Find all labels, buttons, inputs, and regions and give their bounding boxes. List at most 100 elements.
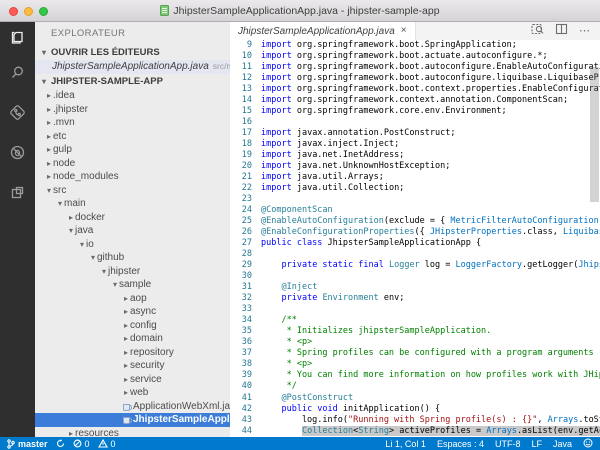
code-line-14[interactable]: 14import org.springframework.context.ann… xyxy=(230,95,600,106)
warnings-count: 0 xyxy=(111,439,116,449)
chevron-collapsed-icon: ▸ xyxy=(45,159,53,168)
tree-item-resources[interactable]: ▸resources xyxy=(35,427,230,438)
code-line-39[interactable]: 39 * You can find more information on ho… xyxy=(230,370,600,381)
code-line-37[interactable]: 37 * Spring profiles can be configured w… xyxy=(230,348,600,359)
tree-item-service[interactable]: ▸service xyxy=(35,373,230,387)
code-line-15[interactable]: 15import org.springframework.core.env.En… xyxy=(230,106,600,117)
tree-item-repository[interactable]: ▸repository xyxy=(35,346,230,360)
open-editors-header[interactable]: ▾ OUVRIR LES ÉDITEURS xyxy=(35,45,230,60)
tab-jhipstersampleapplicationapp[interactable]: JhipsterSampleApplicationApp.java × xyxy=(230,22,416,40)
code-line-40[interactable]: 40 */ xyxy=(230,381,600,392)
code-line-17[interactable]: 17import javax.annotation.PostConstruct; xyxy=(230,128,600,139)
language-mode[interactable]: Java xyxy=(553,439,572,449)
tree-item-web[interactable]: ▸web xyxy=(35,386,230,400)
tree-item-label: .jhipster xyxy=(53,104,88,115)
code-line-32[interactable]: 32 private Environment env; xyxy=(230,293,600,304)
tree-item-gulp[interactable]: ▸gulp xyxy=(35,143,230,157)
code-line-9[interactable]: 9import org.springframework.boot.SpringA… xyxy=(230,40,600,51)
code-line-35[interactable]: 35 * Initializes jhipsterSampleApplicati… xyxy=(230,326,600,337)
open-preview-icon[interactable] xyxy=(531,22,544,40)
code-line-44[interactable]: 44 Collection<String> activeProfiles = A… xyxy=(230,426,600,437)
tree-item-.mvn[interactable]: ▸.mvn xyxy=(35,116,230,130)
tree-item-JhipsterSampleApplicationApp.java[interactable]: JhipsterSampleApplicationApp.java xyxy=(35,413,230,427)
code-editor[interactable]: 9import org.springframework.boot.SpringA… xyxy=(230,40,600,437)
code-line-20[interactable]: 20import java.net.UnknownHostException; xyxy=(230,161,600,172)
code-line-24[interactable]: 24@ComponentScan xyxy=(230,205,600,216)
cursor-position[interactable]: Li 1, Col 1 xyxy=(385,439,426,449)
code-line-28[interactable]: 28 xyxy=(230,249,600,260)
source-control-icon[interactable] xyxy=(0,92,35,132)
code-line-33[interactable]: 33 xyxy=(230,304,600,315)
code-line-27[interactable]: 27public class JhipsterSampleApplication… xyxy=(230,238,600,249)
code-line-25[interactable]: 25@EnableAutoConfiguration(exclude = { M… xyxy=(230,216,600,227)
open-editor-item[interactable]: JhipsterSampleApplicationApp.java src/m.… xyxy=(35,60,230,74)
code-line-16[interactable]: 16 xyxy=(230,117,600,128)
line-number: 25 xyxy=(230,216,252,227)
code-line-36[interactable]: 36 * <p> xyxy=(230,337,600,348)
minimize-window-button[interactable] xyxy=(24,7,33,16)
tree-item-ApplicationWebXml.java[interactable]: ApplicationWebXml.java xyxy=(35,400,230,414)
editor-scrollbar[interactable] xyxy=(590,67,599,202)
eol-setting[interactable]: LF xyxy=(531,439,542,449)
code-line-11[interactable]: 11import org.springframework.boot.autoco… xyxy=(230,62,600,73)
line-content xyxy=(252,117,261,128)
tree-item-java[interactable]: ▾java xyxy=(35,224,230,238)
feedback-smiley-icon[interactable] xyxy=(583,438,593,450)
split-editor-icon[interactable] xyxy=(555,22,568,40)
code-line-26[interactable]: 26@EnableConfigurationProperties({ JHips… xyxy=(230,227,600,238)
extensions-icon[interactable] xyxy=(0,172,35,212)
tree-item-sample[interactable]: ▾sample xyxy=(35,278,230,292)
more-actions-icon[interactable]: ⋯ xyxy=(579,27,591,35)
code-line-43[interactable]: 43 log.info("Running with Spring profile… xyxy=(230,415,600,426)
encoding-setting[interactable]: UTF-8 xyxy=(495,439,521,449)
tree-item-main[interactable]: ▾main xyxy=(35,197,230,211)
tree-item-node[interactable]: ▸node xyxy=(35,157,230,171)
line-content: * Initializes jhipsterSampleApplication. xyxy=(252,326,491,337)
project-section-header[interactable]: ▾ JHIPSTER-SAMPLE-APP xyxy=(35,74,230,89)
tree-item-jhipster[interactable]: ▾jhipster xyxy=(35,265,230,279)
code-line-12[interactable]: 12import org.springframework.boot.autoco… xyxy=(230,73,600,84)
code-line-31[interactable]: 31 @Inject xyxy=(230,282,600,293)
zoom-window-button[interactable] xyxy=(39,7,48,16)
line-content xyxy=(252,271,261,282)
code-line-22[interactable]: 22import java.util.Collection; xyxy=(230,183,600,194)
tree-item-io[interactable]: ▾io xyxy=(35,238,230,252)
tree-item-config[interactable]: ▸config xyxy=(35,319,230,333)
chevron-collapsed-icon: ▸ xyxy=(122,361,130,370)
code-line-34[interactable]: 34 /** xyxy=(230,315,600,326)
search-icon[interactable] xyxy=(0,52,35,92)
tree-item-aop[interactable]: ▸aop xyxy=(35,292,230,306)
tree-item-github[interactable]: ▾github xyxy=(35,251,230,265)
tree-item-domain[interactable]: ▸domain xyxy=(35,332,230,346)
indentation-setting[interactable]: Espaces : 4 xyxy=(437,439,484,449)
close-window-button[interactable] xyxy=(9,7,18,16)
code-line-29[interactable]: 29 private static final Logger log = Log… xyxy=(230,260,600,271)
code-line-41[interactable]: 41 @PostConstruct xyxy=(230,393,600,404)
code-line-18[interactable]: 18import javax.inject.Inject; xyxy=(230,139,600,150)
line-content: @Inject xyxy=(252,282,317,293)
code-line-21[interactable]: 21import java.util.Arrays; xyxy=(230,172,600,183)
tree-item-.idea[interactable]: ▸.idea xyxy=(35,89,230,103)
tree-item-node_modules[interactable]: ▸node_modules xyxy=(35,170,230,184)
line-content: public class JhipsterSampleApplicationAp… xyxy=(252,238,481,249)
code-line-19[interactable]: 19import java.net.InetAddress; xyxy=(230,150,600,161)
code-line-38[interactable]: 38 * <p> xyxy=(230,359,600,370)
tree-item-async[interactable]: ▸async xyxy=(35,305,230,319)
tree-item-docker[interactable]: ▸docker xyxy=(35,211,230,225)
tree-item-src[interactable]: ▾src xyxy=(35,184,230,198)
errors-indicator[interactable]: 0 xyxy=(73,439,90,449)
debug-icon[interactable] xyxy=(0,132,35,172)
tree-item-.jhipster[interactable]: ▸.jhipster xyxy=(35,103,230,117)
code-line-23[interactable]: 23 xyxy=(230,194,600,205)
code-line-42[interactable]: 42 public void initApplication() { xyxy=(230,404,600,415)
tab-close-icon[interactable]: × xyxy=(401,26,407,36)
code-line-30[interactable]: 30 xyxy=(230,271,600,282)
sync-button[interactable] xyxy=(56,439,65,448)
warnings-indicator[interactable]: 0 xyxy=(98,439,116,449)
tree-item-security[interactable]: ▸security xyxy=(35,359,230,373)
explorer-icon[interactable] xyxy=(0,22,35,52)
tree-item-etc[interactable]: ▸etc xyxy=(35,130,230,144)
git-branch-indicator[interactable]: master xyxy=(7,439,48,449)
code-line-10[interactable]: 10import org.springframework.boot.actuat… xyxy=(230,51,600,62)
code-line-13[interactable]: 13import org.springframework.boot.contex… xyxy=(230,84,600,95)
